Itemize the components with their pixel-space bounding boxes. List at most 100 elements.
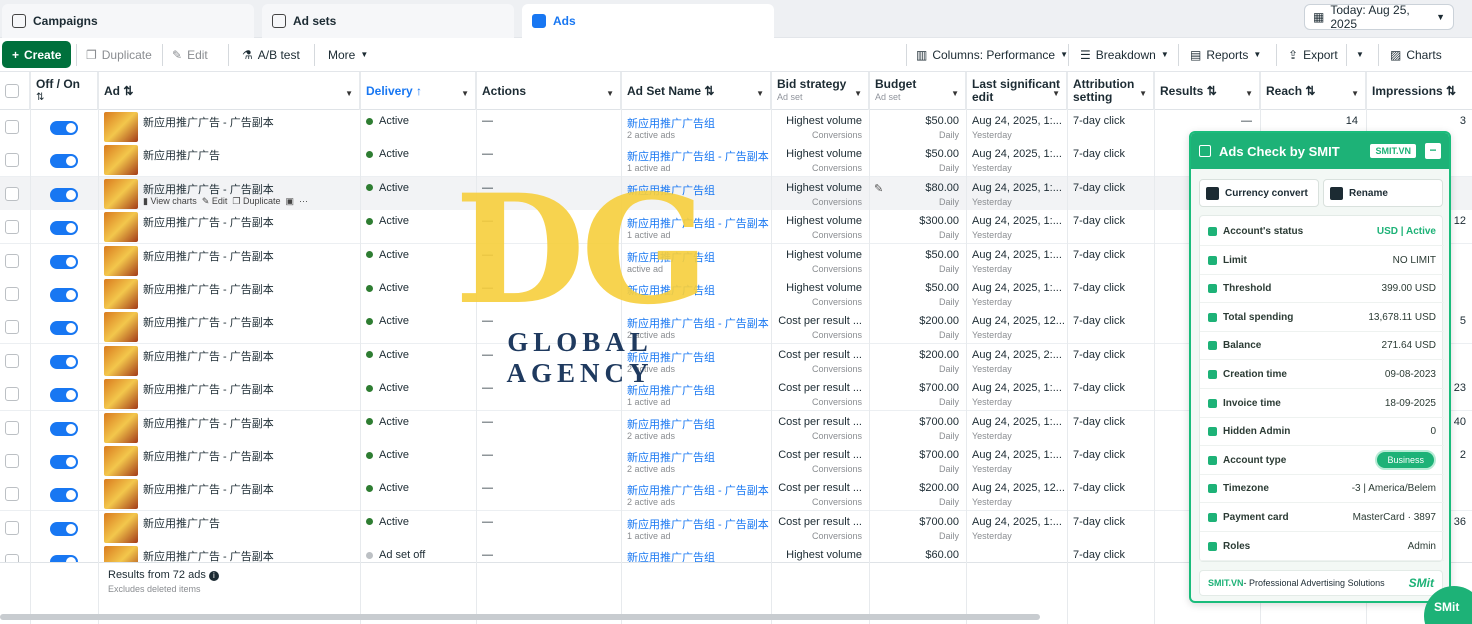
on-off-toggle[interactable] [50,254,78,269]
ad-name[interactable]: 新应用推广广告 - 广告副本 [143,281,274,297]
tab-campaigns[interactable]: Campaigns [2,4,254,38]
on-off-toggle[interactable] [50,154,78,169]
ad-name[interactable]: 新应用推广广告 - 广告副本 [143,314,274,330]
ad-name[interactable]: 新应用推广广告 [143,515,220,531]
header-bid-strategy[interactable]: Bid strategy Ad set ▼ [771,72,869,110]
ad-name[interactable]: 新应用推广广告 - 广告副本 [143,381,274,397]
edit-button[interactable]: ✎ Edit [166,41,214,68]
adset-link[interactable]: 新应用推广广告组 [627,282,715,298]
date-range-button[interactable]: ▦ Today: Aug 25, 2025 ▼ [1304,3,1454,31]
adset-link[interactable]: 新应用推广广告组 - 广告副本 [627,215,769,231]
info-icon[interactable]: i [208,571,219,581]
header-impressions[interactable]: Impressions ⇅ [1366,72,1472,110]
ad-thumbnail[interactable] [104,312,138,343]
adset-link[interactable]: 新应用推广广告组 [627,416,715,432]
header-last-edit[interactable]: Last significant edit ▼ [966,72,1067,110]
edit-budget-icon[interactable]: ✎ [874,182,883,195]
on-off-toggle[interactable] [50,121,78,135]
more-button[interactable]: More ▼ [322,41,374,68]
ad-thumbnail[interactable] [104,212,138,243]
select-all-checkbox[interactable] [5,84,19,98]
adset-link[interactable]: 新应用推广广告组 [627,115,715,131]
adset-link[interactable]: 新应用推广广告组 - 广告副本 [627,516,769,532]
header-delivery[interactable]: Delivery ↑ ▼ [360,72,476,110]
export-button[interactable]: ⇪ Export [1282,41,1344,68]
ad-thumbnail[interactable] [104,512,138,543]
ad-thumbnail[interactable] [104,178,138,209]
ad-name[interactable]: 新应用推广广告 - 广告副本 [143,248,274,264]
tab-ads[interactable]: Ads [522,4,774,38]
ad-thumbnail[interactable] [104,412,138,443]
horizontal-scrollbar[interactable] [0,614,1040,620]
tab-ad-sets[interactable]: Ad sets [262,4,514,38]
header-ad[interactable]: Ad ⇅ ▼ [98,72,360,110]
minimize-icon[interactable]: − [1425,143,1441,159]
currency-convert-button[interactable]: Currency convert [1199,179,1319,207]
ad-name[interactable]: 新应用推广广告 - 广告副本 [143,114,274,130]
charts-button[interactable]: ▨ Charts [1384,41,1448,68]
adset-link[interactable]: 新应用推广广告组 [627,182,715,198]
ad-thumbnail[interactable] [104,446,138,476]
ad-thumbnail[interactable] [104,112,138,142]
adset-link[interactable]: 新应用推广广告组 - 广告副本 [627,315,769,331]
ad-thumbnail[interactable] [104,379,138,410]
header-actions[interactable]: Actions ▼ [476,72,621,110]
ad-name[interactable]: 新应用推广广告 - 广告副本 [143,348,274,364]
ad-thumbnail[interactable] [104,479,138,510]
row-checkbox[interactable] [5,186,19,201]
ad-name[interactable]: 新应用推广广告 - 广告副本 [143,481,274,497]
rename-button[interactable]: Rename [1323,179,1443,207]
on-off-toggle[interactable] [50,388,78,403]
row-checkbox[interactable] [5,220,19,235]
row-checkbox[interactable] [5,454,19,468]
ad-thumbnail[interactable] [104,345,138,376]
adset-link[interactable]: 新应用推广广告组 - 广告副本 [627,148,769,164]
create-button[interactable]: + Create [2,41,72,68]
ad-name[interactable]: 新应用推广广告 - 广告副本 [143,415,274,431]
on-off-toggle[interactable] [50,288,78,302]
ab-test-button[interactable]: ⚗ A/B test [236,41,306,68]
on-off-toggle[interactable] [50,521,78,536]
row-checkbox[interactable] [5,387,19,402]
row-checkbox[interactable] [5,320,19,335]
ad-name[interactable]: 新应用推广广告 - 广告副本 [143,181,274,197]
row-checkbox[interactable] [5,287,19,301]
header-adset-name[interactable]: Ad Set Name ⇅ ▼ [621,72,771,110]
view-charts-link[interactable]: ▮ View charts [143,196,197,206]
ad-thumbnail[interactable] [104,145,138,176]
header-results[interactable]: Results ⇅ ▼ [1154,72,1260,110]
header-reach[interactable]: Reach ⇅ ▼ [1260,72,1366,110]
ad-thumbnail[interactable] [104,279,138,309]
header-attribution[interactable]: Attribution setting ▼ [1067,72,1154,110]
row-checkbox[interactable] [5,487,19,502]
on-off-toggle[interactable] [50,421,78,436]
ad-name[interactable]: 新应用推广广告 [143,147,220,163]
row-checkbox[interactable] [5,520,19,535]
on-off-toggle[interactable] [50,354,78,369]
row-checkbox[interactable] [5,420,19,435]
columns-button[interactable]: ▥ Columns: Performance ▼ [910,41,1074,68]
duplicate-button[interactable]: ❐ Duplicate [80,41,158,68]
on-off-toggle[interactable] [50,488,78,503]
header-off-on[interactable]: Off / On ⇅ [30,72,98,110]
row-checkbox[interactable] [5,120,19,134]
on-off-toggle[interactable] [50,455,78,469]
row-checkbox[interactable] [5,353,19,368]
export-dropdown[interactable]: ▼ [1350,41,1370,68]
row-duplicate-link[interactable]: ❐ Duplicate [232,196,280,206]
on-off-toggle[interactable] [50,321,78,336]
on-off-toggle[interactable] [50,221,78,236]
more-icon[interactable]: ▣ ··· [286,196,309,206]
adset-link[interactable]: 新应用推广广告组 [627,449,715,465]
header-budget[interactable]: Budget Ad set ▼ [869,72,966,110]
breakdown-button[interactable]: ☰ Breakdown ▼ [1074,41,1175,68]
adset-link[interactable]: 新应用推广广告组 [627,249,715,265]
row-edit-link[interactable]: ✎ Edit [202,196,228,206]
adset-link[interactable]: 新应用推广广告组 [627,382,715,398]
adset-link[interactable]: 新应用推广广告组 - 广告副本 [627,482,769,498]
on-off-toggle[interactable] [50,187,78,202]
adset-link[interactable]: 新应用推广广告组 [627,349,715,365]
reports-button[interactable]: ▤ Reports ▼ [1184,41,1267,68]
row-checkbox[interactable] [5,153,19,168]
row-checkbox[interactable] [5,253,19,268]
